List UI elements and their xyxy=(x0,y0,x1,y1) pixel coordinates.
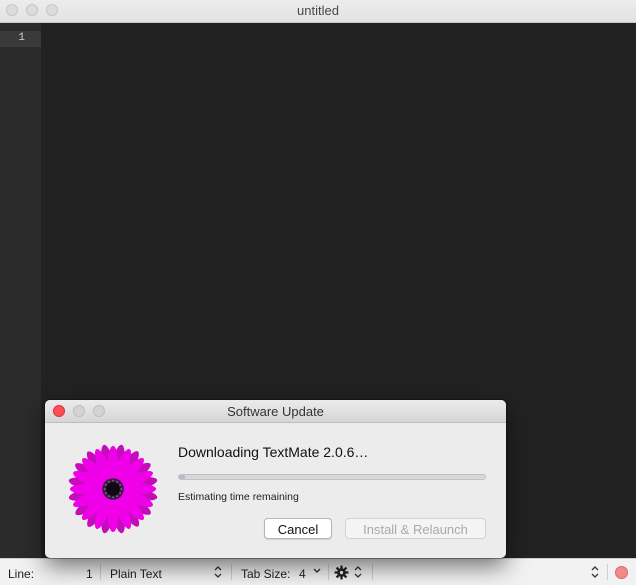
updown-chevron-icon xyxy=(591,566,599,578)
daisy-flower-icon xyxy=(68,444,158,534)
bundle-actions-popup[interactable] xyxy=(330,559,370,585)
gear-icon xyxy=(334,565,349,580)
status-bar: Line: 1 Plain Text Tab Size: 4 xyxy=(0,558,636,585)
gutter-line-1: 1 xyxy=(0,31,41,47)
line-number: 1 xyxy=(18,32,25,44)
grammar-label: Plain Text xyxy=(110,567,162,581)
download-heading: Downloading TextMate 2.0.6… xyxy=(178,444,369,460)
grammar-popup[interactable]: Plain Text xyxy=(101,559,231,585)
macro-record-button[interactable] xyxy=(615,566,628,579)
software-update-dialog: Software Update Downloading TextMate 2.0… xyxy=(45,400,506,558)
line-number-gutter: 1 xyxy=(0,23,41,558)
updown-chevron-icon xyxy=(354,566,362,578)
dialog-titlebar[interactable]: Software Update xyxy=(45,400,506,423)
cancel-button[interactable]: Cancel xyxy=(264,518,332,539)
symbols-popup[interactable] xyxy=(373,559,606,585)
download-progress-bar xyxy=(178,474,486,480)
dialog-title: Software Update xyxy=(227,404,324,419)
window-title: untitled xyxy=(297,3,339,18)
progress-fill xyxy=(179,475,186,479)
tab-size-popup[interactable]: Tab Size: 4 xyxy=(232,559,327,585)
time-remaining-status: Estimating time remaining xyxy=(178,491,299,503)
divider xyxy=(607,564,608,580)
line-value[interactable]: 1 xyxy=(86,567,93,581)
tab-size-label: Tab Size: xyxy=(241,567,291,581)
chevron-down-icon xyxy=(313,568,321,573)
updown-chevron-icon xyxy=(214,566,222,578)
line-label: Line: xyxy=(8,567,35,581)
tab-size-value: 4 xyxy=(299,567,306,581)
divider xyxy=(328,564,329,580)
install-relaunch-button[interactable]: Install & Relaunch xyxy=(345,518,486,539)
window-titlebar[interactable]: untitled xyxy=(0,0,636,23)
